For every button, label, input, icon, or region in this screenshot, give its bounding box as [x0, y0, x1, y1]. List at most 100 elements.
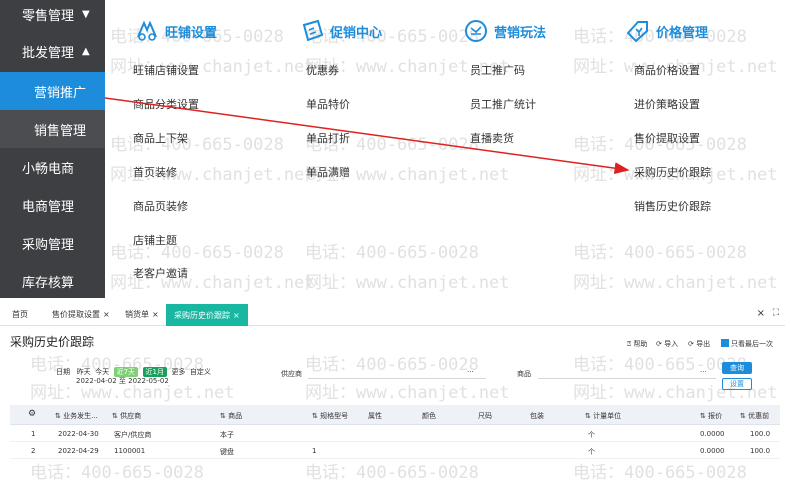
column-header-label: 计量单位	[593, 412, 622, 420]
quick-more[interactable]: 更多	[171, 368, 185, 376]
column-header[interactable]: ⇅ 供应商	[112, 411, 141, 421]
goods-more-icon[interactable]: ···	[700, 368, 707, 376]
fullscreen-icon[interactable]: ⛶	[773, 308, 779, 318]
watermark-phone: 电话：400-665-0028	[573, 463, 747, 480]
menu-link-shop-theme[interactable]: 店铺主题	[133, 232, 177, 248]
nav-item-label: 电商管理	[22, 199, 75, 215]
quick-custom[interactable]: 自定义	[190, 368, 211, 376]
export-button[interactable]: ⟳ 导出	[688, 339, 710, 349]
column-header-label: 业务发生...	[63, 412, 98, 420]
menu-header-title: 营销玩法	[494, 25, 547, 41]
menu-link-staff-qrcode[interactable]: 员工推广码	[470, 62, 525, 78]
menu-link-discount[interactable]: 单品打折	[306, 130, 350, 146]
nav-item-inventory[interactable]: 库存核算	[0, 262, 105, 300]
menu-link-purchase-history-price[interactable]: 采购历史价跟踪	[634, 164, 711, 180]
watermark-phone: 电话：400-665-0028	[30, 463, 204, 480]
close-icon[interactable]: ×	[103, 310, 110, 319]
only-last-checkbox[interactable]: 只看最后一次	[721, 339, 773, 349]
menu-link-goods-price[interactable]: 商品价格设置	[634, 62, 700, 78]
menu-header-title: 旺铺设置	[165, 25, 218, 41]
watermark-phone: 电话：400-665-0028	[305, 243, 479, 263]
quick-yesterday[interactable]: 昨天	[77, 368, 91, 376]
close-icon[interactable]: ×	[152, 310, 159, 319]
watermark-phone: 电话：400-665-0028	[573, 243, 747, 263]
quick-today[interactable]: 今天	[95, 368, 109, 376]
nav-item-ecommerce[interactable]: 电商管理	[0, 186, 105, 224]
import-button[interactable]: ⟳ 导入	[656, 339, 678, 349]
menu-link-staff-stats[interactable]: 员工推广统计	[470, 96, 536, 112]
menu-link-purchase-strategy[interactable]: 进价策略设置	[634, 96, 700, 112]
column-header[interactable]: ⇅ 计量单位	[585, 411, 621, 421]
coupon-icon	[302, 19, 324, 42]
date-range[interactable]: 2022-04-02 至 2022-05-02	[76, 376, 169, 386]
screen: 零售管理 ▼ 批发管理 ▲ 营销推广 销售管理 小畅电商 电商管理 采购管理 库…	[0, 0, 785, 480]
export-label: 导出	[696, 340, 711, 348]
cell-unit: 个	[588, 431, 595, 439]
tab-sale-price-extract[interactable]: 售价提取设置 ×	[52, 309, 110, 320]
help-label: 帮助	[633, 340, 648, 348]
cell-spec: 1	[312, 447, 317, 455]
column-header-label: 规格型号	[320, 412, 349, 420]
nav-item-purchase[interactable]: 采购管理	[0, 224, 105, 262]
close-icon[interactable]: ×	[233, 311, 240, 320]
menu-link-goods-page-decoration[interactable]: 商品页装修	[133, 198, 188, 214]
nav-item-ecommerce-xiaochang[interactable]: 小畅电商	[0, 148, 105, 186]
column-header[interactable]: ⇅ 规格型号	[312, 411, 348, 421]
gear-icon[interactable]: ⚙	[28, 409, 36, 419]
column-header[interactable]: ⇅ 报价	[700, 411, 722, 421]
menu-link-customer-invite[interactable]: 老客户邀请	[133, 265, 188, 281]
watermark-phone: 电话：400-665-0028	[305, 463, 479, 480]
tab-bar: 首页 售价提取设置 × 销货单 × 采购历史价跟踪 × × ⛶	[0, 304, 785, 326]
watermark-phone: 电话：400-665-0028	[305, 355, 479, 375]
cell-date: 2022-04-29	[58, 447, 99, 455]
column-header-label: 商品	[228, 412, 243, 420]
nav-item-wholesale[interactable]: 批发管理 ▲	[0, 32, 105, 70]
menu-link-category-settings[interactable]: 商品分类设置	[133, 96, 199, 112]
nav-item-retail[interactable]: 零售管理 ▼	[0, 0, 105, 33]
cell-goods: 本子	[220, 431, 234, 439]
column-header[interactable]: ⇅ 商品	[220, 411, 242, 421]
menu-link-gift[interactable]: 单品满赠	[306, 164, 350, 180]
column-header[interactable]: ⇅ 业务发生...	[55, 411, 98, 421]
menu-link-sale-price-extract[interactable]: 售价提取设置	[634, 130, 700, 146]
nav-item-sales[interactable]: 销售管理	[0, 110, 105, 148]
cell-pre-discount: 100.0	[750, 430, 771, 438]
page-title: 采购历史价跟踪	[10, 335, 95, 349]
nav-item-label: 小畅电商	[22, 161, 75, 177]
menu-header-promotion: 促销中心	[298, 14, 448, 48]
column-header-label: 供应商	[120, 412, 142, 420]
menu-link-shop-settings[interactable]: 旺铺店铺设置	[133, 62, 199, 78]
watermark-site: 网址：www.chanjet.net	[573, 273, 778, 293]
window-close-icon[interactable]: ×	[757, 308, 765, 319]
supplier-input[interactable]	[308, 378, 486, 379]
supplier-more-icon[interactable]: ···	[467, 368, 474, 376]
help-button[interactable]: ⍰ 帮助	[627, 339, 647, 349]
cell-unit: 个	[588, 448, 595, 456]
query-button[interactable]: 查询	[722, 362, 752, 374]
import-label: 导入	[664, 340, 679, 348]
goods-input[interactable]	[538, 378, 716, 379]
only-last-label: 只看最后一次	[731, 340, 773, 348]
tab-label: 首页	[12, 310, 28, 319]
tab-sales-order[interactable]: 销货单 ×	[125, 309, 159, 320]
menu-link-special-price[interactable]: 单品特价	[306, 96, 350, 112]
tab-purchase-history-price[interactable]: 采购历史价跟踪 ×	[166, 304, 248, 326]
nav-item-marketing[interactable]: 营销推广	[0, 72, 105, 110]
cell-supplier: 1100001	[114, 447, 146, 455]
menu-link-sales-history-price[interactable]: 销售历史价跟踪	[634, 198, 711, 214]
menu-link-homepage-decoration[interactable]: 首页装修	[133, 164, 177, 180]
column-header: 属性	[368, 412, 382, 420]
nav-item-label: 批发管理	[22, 45, 75, 61]
goods-label: 商品	[517, 370, 531, 378]
column-header: 尺码	[478, 412, 492, 420]
menu-link-goods-listing[interactable]: 商品上下架	[133, 130, 188, 146]
watermark-site: 网址：www.chanjet.net	[305, 383, 510, 403]
menu-link-live-selling[interactable]: 直播卖货	[470, 130, 514, 146]
column-header[interactable]: ⇅ 优惠前	[740, 411, 769, 421]
table-row[interactable]: 2 2022-04-29 1100001 键盘 1 个 0.0000 100.0	[10, 443, 780, 459]
settings-button[interactable]: 设置	[722, 378, 752, 390]
menu-link-coupon[interactable]: 优惠券	[306, 62, 339, 78]
column-header: 包装	[530, 412, 544, 420]
table-row[interactable]: 1 2022-04-30 客户/供应商 本子 个 0.0000 100.0	[10, 426, 780, 442]
tab-home[interactable]: 首页	[12, 309, 28, 320]
